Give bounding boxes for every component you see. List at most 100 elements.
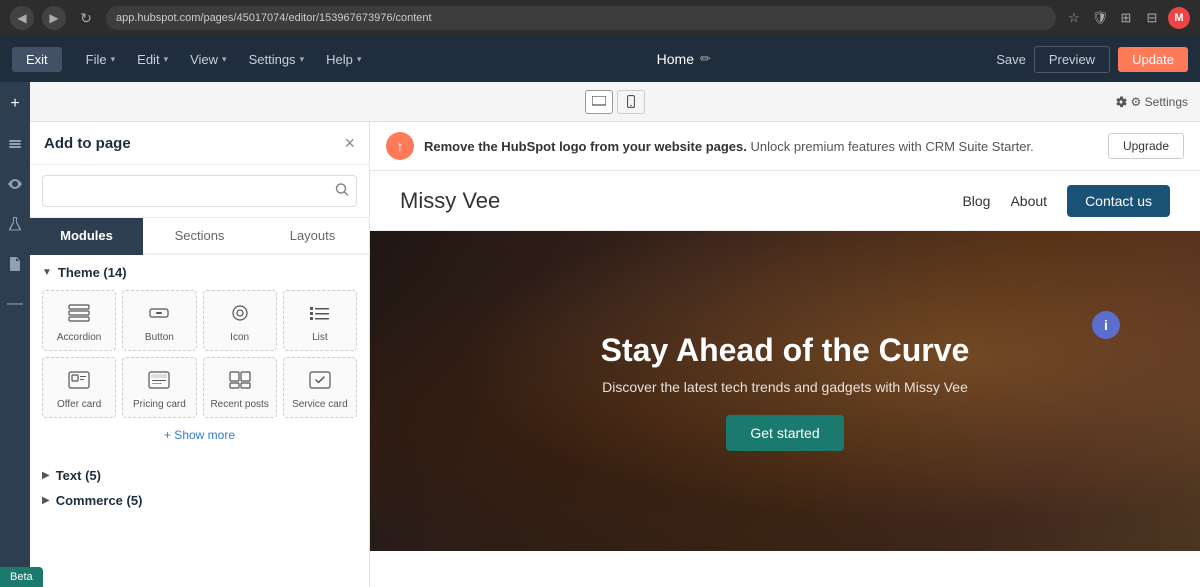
search-input[interactable] [42,175,357,207]
theme-group-arrow: ▼ [42,267,52,278]
service-card-label: Service card [292,399,348,411]
theme-group-title: Theme (14) [58,265,127,280]
main-layout: + — ⚙ Settings [0,82,1200,587]
app-header: Exit File ▾ Edit ▾ View ▾ Settings ▾ Hel… [0,36,1200,82]
file-menu-arrow: ▾ [111,54,116,65]
tab-modules[interactable]: Modules [30,218,143,255]
sidebar-dash-icon[interactable]: — [3,292,27,316]
panel-content: ▼ Theme (14) Accordion [30,255,369,587]
panels-wrapper: Add to page × Modules Sections Layouts [30,122,1200,587]
recent-posts-icon [226,366,254,394]
site-logo: Missy Vee [400,188,962,214]
hero-section: Stay Ahead of the Curve Discover the lat… [370,231,1200,551]
address-bar[interactable] [106,6,1056,30]
settings-menu[interactable]: Settings ▾ [239,47,315,72]
sidebar-add-icon[interactable]: + [3,92,27,116]
sidebar-file-icon[interactable] [3,252,27,276]
settings-menu-label: Settings [249,52,296,67]
viewport-toolbar: ⚙ Settings [30,82,1200,122]
edit-menu[interactable]: Edit ▾ [127,47,178,72]
forward-button[interactable]: ▶ [42,6,66,30]
text-group-arrow: ▶ [42,470,50,481]
edit-menu-arrow: ▾ [164,54,169,65]
notification-link: Unlock premium features with CRM Suite S… [751,139,1034,154]
offer-card-label: Offer card [57,399,101,411]
search-wrapper [42,175,357,207]
desktop-view-button[interactable] [585,90,613,114]
hero-content: Stay Ahead of the Curve Discover the lat… [601,332,970,451]
show-more-button[interactable]: + Show more [42,418,357,452]
pricing-card-icon [145,366,173,394]
add-panel: Add to page × Modules Sections Layouts [30,122,370,587]
sidebar-flask-icon[interactable] [3,212,27,236]
exit-button[interactable]: Exit [12,47,62,72]
commerce-group-arrow: ▶ [42,495,50,506]
search-icon [335,183,349,200]
sidebar-layers-icon[interactable] [3,132,27,156]
notification-text: Remove the HubSpot logo from your websit… [424,139,1098,154]
module-accordion[interactable]: Accordion [42,290,116,351]
update-button[interactable]: Update [1118,47,1188,72]
nav-link-blog[interactable]: Blog [962,193,990,209]
star-icon[interactable]: ☆ [1064,8,1084,28]
back-button[interactable]: ◀ [10,6,34,30]
accordion-icon [65,299,93,327]
preview-frame: ↑ Remove the HubSpot logo from your webs… [370,122,1200,587]
view-menu[interactable]: View ▾ [180,47,236,72]
contact-button[interactable]: Contact us [1067,185,1170,217]
page-preview: ↑ Remove the HubSpot logo from your webs… [370,122,1200,587]
refresh-button[interactable]: ↻ [74,6,98,30]
recent-posts-label: Recent posts [210,399,268,411]
module-button[interactable]: Button [122,290,196,351]
help-menu-label: Help [326,52,353,67]
save-button[interactable]: Save [996,52,1026,67]
module-service-card[interactable]: Service card [283,357,357,418]
settings-menu-arrow: ▾ [300,54,305,65]
sidebar-eye-icon[interactable] [3,172,27,196]
beta-badge: Beta [0,567,43,587]
button-label: Button [145,332,174,344]
page-title-edit-icon[interactable]: ✏ [700,51,711,67]
nav-link-about[interactable]: About [1010,193,1047,209]
module-offer-card[interactable]: Offer card [42,357,116,418]
text-group-title: Text (5) [56,468,101,483]
hero-cta-button[interactable]: Get started [726,415,843,451]
user-avatar[interactable]: M [1168,7,1190,29]
header-menu: File ▾ Edit ▾ View ▾ Settings ▾ Help ▾ [76,47,372,72]
commerce-group-title: Commerce (5) [56,493,143,508]
edit-menu-label: Edit [137,52,159,67]
tab-sections[interactable]: Sections [143,218,256,255]
commerce-group-header[interactable]: ▶ Commerce (5) [42,493,357,508]
page-title: Home [657,51,694,67]
settings-button[interactable]: ⚙ Settings [1115,95,1188,109]
extension-icon[interactable]: ⊞ [1116,8,1136,28]
module-icon[interactable]: Icon [203,290,277,351]
help-menu[interactable]: Help ▾ [316,47,371,72]
panel-tabs: Modules Sections Layouts [30,218,369,255]
module-recent-posts[interactable]: Recent posts [203,357,277,418]
offer-card-icon [65,366,93,394]
preview-button[interactable]: Preview [1034,46,1110,73]
shield-icon[interactable]: 🛡 [1090,8,1110,28]
theme-group-header[interactable]: ▼ Theme (14) [42,265,357,280]
info-bubble[interactable]: i [1092,311,1120,339]
browser-icons-group: ☆ 🛡 ⊞ ⊟ M [1064,7,1190,29]
mobile-view-button[interactable] [617,90,645,114]
file-menu[interactable]: File ▾ [76,47,125,72]
notification-bold: Remove the HubSpot logo from your websit… [424,139,747,154]
view-menu-label: View [190,52,218,67]
file-menu-label: File [86,52,107,67]
text-group-header[interactable]: ▶ Text (5) [42,468,357,483]
view-menu-arrow: ▾ [222,54,227,65]
accordion-label: Accordion [57,332,101,344]
notification-icon: ↑ [386,132,414,160]
window-icon[interactable]: ⊟ [1142,8,1162,28]
page-title-area: Home ✏ [375,51,992,67]
module-pricing-card[interactable]: Pricing card [122,357,196,418]
tab-layouts[interactable]: Layouts [256,218,369,255]
upgrade-button[interactable]: Upgrade [1108,133,1184,159]
nav-links: Blog About Contact us [962,185,1170,217]
left-sidebar: + — [0,82,30,587]
module-list[interactable]: List [283,290,357,351]
close-panel-button[interactable]: × [344,134,355,152]
